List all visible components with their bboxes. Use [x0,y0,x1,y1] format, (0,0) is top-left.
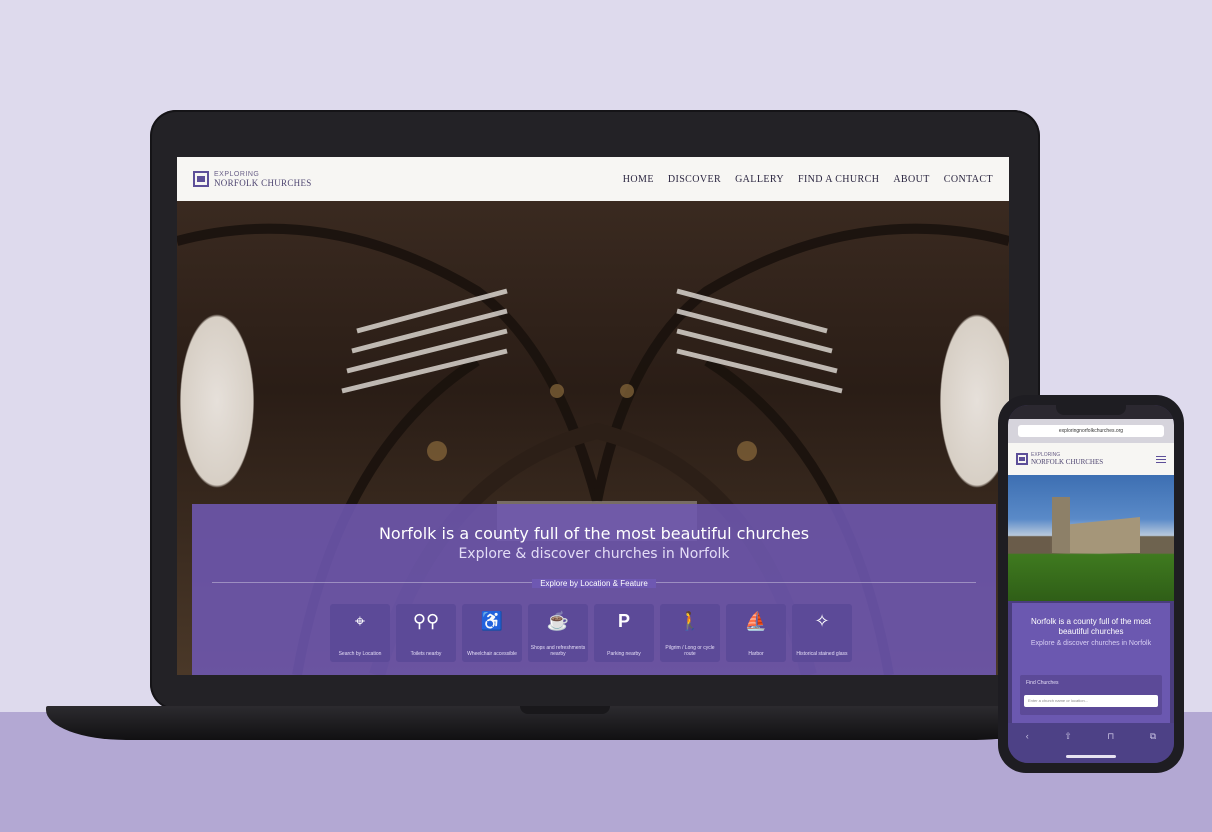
tile-label: Harbor [748,651,764,657]
tile-parking-nearby[interactable]: P Parking nearby [594,604,654,662]
tile-wheelchair-accessible[interactable]: ♿ Wheelchair accessible [462,604,522,662]
phone-url-field[interactable]: exploringnorfolkchurches.org [1018,425,1164,437]
church-tower-shape [1052,497,1070,553]
share-icon[interactable]: ⇧ [1064,731,1072,742]
tile-label: Toilets nearby [410,651,442,657]
site-logo[interactable]: EXPLORING NORFOLK CHURCHES [193,170,312,188]
main-nav: HOME DISCOVER GALLERY FIND A CHURCH ABOU… [623,174,993,185]
logo-big-text: NORFOLK CHURCHES [214,178,312,188]
phone-hero-title: Norfolk is a county full of the most bea… [1030,617,1152,636]
hero-title: Norfolk is a county full of the most bea… [378,524,810,543]
nav-discover[interactable]: DISCOVER [668,174,721,185]
tile-label: Shops and refreshments nearby [530,645,586,657]
map-pin-icon: ⌖ [354,611,366,631]
logo-text: EXPLORING NORFOLK CHURCHES [214,170,312,188]
walking-icon: 🚶 [678,611,702,631]
phone-search-label: Find Churches [1026,680,1059,686]
nav-about[interactable]: ABOUT [893,174,929,185]
tile-walking-route[interactable]: 🚶 Pilgrim / Long or cycle route [660,604,720,662]
tile-stained-glass[interactable]: ✧ Historical stained glass [792,604,852,662]
hamburger-menu-icon[interactable] [1156,455,1166,463]
tile-harbor[interactable]: ⛵ Harbor [726,604,786,662]
nav-gallery[interactable]: GALLERY [735,174,784,185]
phone-url-bar: exploringnorfolkchurches.org [1008,419,1174,443]
feature-tiles: ⌖ Search by Location ⚲⚲ Toilets nearby ♿… [330,604,852,662]
tile-search-by-location[interactable]: ⌖ Search by Location [330,604,390,662]
stained-glass-icon: ✧ [814,611,830,631]
explore-heading: Explore by Location & Feature [192,579,996,588]
nav-home[interactable]: HOME [623,174,654,185]
phone-site-header: EXPLORING NORFOLK CHURCHES [1008,443,1174,475]
logo-mark-icon [1016,453,1028,465]
phone-site-logo[interactable]: EXPLORING NORFOLK CHURCHES [1016,452,1103,466]
phone-notch [1056,405,1126,415]
hero-overlay-panel: Norfolk is a county full of the most bea… [192,504,996,675]
wheelchair-icon: ♿ [480,611,504,631]
parking-icon: P [617,611,630,631]
tabs-icon[interactable]: ⧉ [1150,731,1156,742]
phone-screen: exploringnorfolkchurches.org EXPLORING N… [1008,405,1174,763]
laptop-screen: EXPLORING NORFOLK CHURCHES HOME DISCOVER… [177,157,1009,675]
phone-logo-text: EXPLORING NORFOLK CHURCHES [1031,452,1103,466]
tile-label: Parking nearby [607,651,641,657]
phone-search-input[interactable]: Enter a church name or location... [1024,695,1158,707]
refreshments-icon: ☕ [546,611,570,631]
back-icon[interactable]: ‹ [1026,731,1029,741]
tile-label: Wheelchair accessible [467,651,517,657]
tile-toilets-nearby[interactable]: ⚲⚲ Toilets nearby [396,604,456,662]
bookmarks-icon[interactable]: ⊓ [1107,731,1114,742]
tile-label: Search by Location [338,651,382,657]
logo-mark-icon [193,171,209,187]
tile-refreshments-nearby[interactable]: ☕ Shops and refreshments nearby [528,604,588,662]
nav-contact[interactable]: CONTACT [944,174,993,185]
hero-subtitle: Explore & discover churches in Norfolk [458,546,730,562]
nav-find-a-church[interactable]: FIND A CHURCH [798,174,879,185]
tile-label: Historical stained glass [796,651,848,657]
phone-hero-subtitle: Explore & discover churches in Norfolk [1030,640,1152,647]
home-indicator [1066,755,1116,758]
phone-logo-big-text: NORFOLK CHURCHES [1031,458,1104,466]
toilets-icon: ⚲⚲ [412,611,440,631]
sailing-icon: ⛵ [744,611,768,631]
phone-hero-panel: Norfolk is a county full of the most bea… [1012,603,1170,723]
tile-label: Pilgrim / Long or cycle route [665,645,715,657]
phone-search-panel: Find Churches Enter a church name or loc… [1020,675,1162,715]
site-header: EXPLORING NORFOLK CHURCHES HOME DISCOVER… [177,157,1009,201]
explore-label: Explore by Location & Feature [532,579,656,588]
laptop-hinge-notch [520,706,610,714]
